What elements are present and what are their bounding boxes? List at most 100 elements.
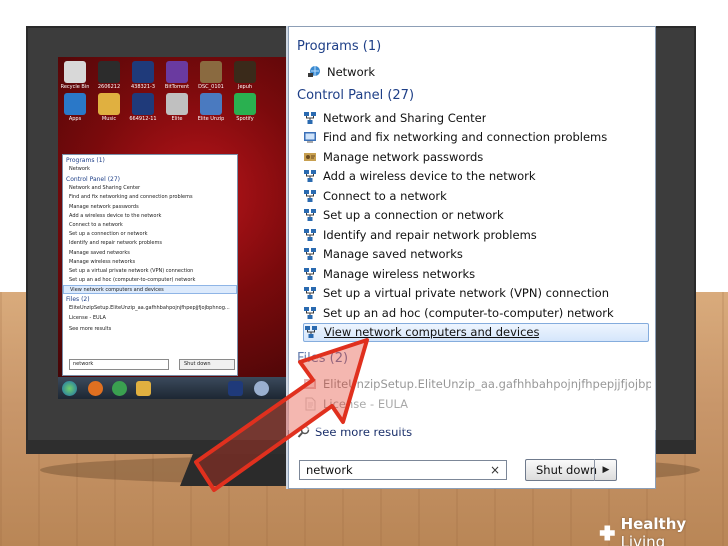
mini-see-more-link[interactable]: See more results (63, 325, 237, 334)
mini-control-panel-item[interactable]: Find and fix networking and connection p… (63, 193, 237, 202)
control-panel-item[interactable]: Find and fix networking and connection p… (303, 128, 651, 147)
control-panel-item-label: Manage network passwords (323, 149, 484, 164)
control-panel-item[interactable]: View network computers and devices (303, 322, 649, 342)
desktop-shortcut-icon[interactable] (200, 93, 222, 115)
document-icon (305, 397, 316, 410)
desktop-shortcut-icon[interactable] (200, 61, 222, 83)
program-item-label: Network (327, 64, 376, 79)
chrome-icon[interactable] (112, 381, 127, 396)
mini-search-input[interactable]: network (69, 359, 169, 370)
programs-section-header: Programs (1) (297, 39, 382, 54)
desktop-shortcut-icon[interactable] (98, 61, 120, 83)
mini-control-panel-item[interactable]: Set up an ad hoc (computer-to-computer) … (63, 276, 237, 285)
desktop-shortcut-label: Recycle Bin (60, 84, 90, 90)
desktop-shortcut-icon[interactable] (234, 93, 256, 115)
control-panel-item[interactable]: Add a wireless device to the network (303, 167, 651, 186)
mini-control-panel-item[interactable]: Add a wireless device to the network (63, 212, 237, 221)
healthy-living-watermark: Healthy Living (597, 515, 728, 546)
control-panel-item[interactable]: Manage saved networks (303, 245, 651, 264)
control-panel-item[interactable]: Set up a virtual private network (VPN) c… (303, 284, 651, 303)
magnifier-icon (297, 425, 310, 438)
watermark-suffix: Living (620, 533, 666, 546)
desktop-shortcut-label: DSC_0101 (198, 84, 224, 90)
watermark-text: Healthy Living (621, 515, 728, 546)
mini-control-panel-header: Control Panel (27) (66, 176, 121, 184)
desktop-shortcut-label: 438321-3 (130, 84, 156, 90)
taskbar (58, 377, 290, 399)
photoshop-icon[interactable] (228, 381, 243, 396)
mini-control-panel-item[interactable]: Set up a virtual private network (VPN) c… (63, 267, 237, 276)
desktop-shortcut-icon[interactable] (98, 93, 120, 115)
desktop-shortcut-icon[interactable] (64, 93, 86, 115)
file-item-installer[interactable]: EliteUnzipSetup.EliteUnzip_aa.gafhhbahpo… (303, 374, 651, 393)
desktop-shortcut-label: Spotify (236, 116, 254, 122)
control-panel-item[interactable]: Identify and repair network problems (303, 225, 651, 244)
control-panel-section-header: Control Panel (27) (297, 88, 415, 103)
mini-file-item[interactable]: EliteUnzipSetup.EliteUnzip_aa.gafhhbahpo… (63, 304, 237, 313)
files-section-header: Files (2) (297, 351, 349, 366)
clear-search-icon[interactable]: × (490, 461, 500, 479)
shutdown-options-arrow-icon[interactable]: ▶ (594, 459, 617, 481)
mini-control-panel-item[interactable]: Manage saved networks (63, 249, 237, 258)
control-panel-item[interactable]: Connect to a network (303, 186, 651, 205)
firefox-icon[interactable] (88, 381, 103, 396)
program-item-network[interactable]: Network (307, 62, 655, 81)
desktop-shortcut-icon[interactable] (166, 61, 188, 83)
desktop-shortcut-icon[interactable] (132, 93, 154, 115)
desktop-shortcut-label: Jepuh (237, 84, 253, 90)
control-panel-item[interactable]: Manage network passwords (303, 147, 651, 166)
mini-control-panel-item[interactable]: Set up a connection or network (63, 230, 237, 239)
see-more-label: See more results (315, 425, 413, 439)
explorer-icon[interactable] (136, 381, 151, 396)
search-input[interactable]: network × (299, 460, 507, 480)
see-more-results-link[interactable]: See more results (297, 425, 412, 439)
mini-shutdown-button[interactable]: Shut down (179, 359, 235, 370)
desktop-shortcut-label: 664912-11 (129, 116, 157, 122)
control-panel-item[interactable]: Set up a connection or network (303, 206, 651, 225)
control-panel-item-label: Set up a virtual private network (VPN) c… (323, 286, 609, 300)
file-item-label: EliteUnzipSetup.EliteUnzip_aa.gafhhbahpo… (323, 376, 651, 391)
mini-control-panel-item[interactable]: Manage wireless networks (63, 258, 237, 267)
network-icon (304, 248, 316, 260)
watermark-prefix: Healthy (620, 515, 687, 533)
mini-start-menu: Programs (1) Network Control Panel (27) … (62, 154, 238, 376)
mini-program-item[interactable]: Network (63, 165, 237, 174)
desktop-shortcut-icon[interactable] (166, 93, 188, 115)
mini-programs-header: Programs (1) (66, 157, 105, 164)
mini-control-panel-item[interactable]: Identify and repair network problems (63, 239, 237, 248)
troubleshoot-icon (304, 132, 316, 143)
control-panel-item-label: Set up an ad hoc (computer-to-computer) … (323, 305, 614, 320)
mini-file-item[interactable]: License - EULA (63, 314, 237, 323)
desktop-shortcut-label: BitTorrent (164, 84, 190, 90)
network-icon (304, 267, 316, 280)
control-panel-item-label: Add a wireless device to the network (323, 169, 536, 183)
control-panel-item[interactable]: Set up an ad hoc (computer-to-computer) … (303, 303, 651, 322)
desktop-shortcut-icon[interactable] (64, 61, 86, 83)
control-panel-item-label: Connect to a network (323, 188, 447, 203)
file-item-license[interactable]: License - EULA (303, 394, 651, 413)
desktop-shortcut-icon[interactable] (234, 61, 256, 83)
desktop-screen: Recycle Bin 2606212 438321-3 BitTorrent DSC_… (58, 57, 290, 399)
control-panel-item-label: Identify and repair network problems (323, 227, 537, 242)
start-orb-icon[interactable] (62, 381, 77, 396)
control-panel-item-label: Network and Sharing Center (323, 110, 487, 125)
mini-control-panel-item[interactable]: Network and Sharing Center (63, 184, 237, 193)
control-panel-item-label: Manage saved networks (323, 247, 463, 261)
control-panel-item[interactable]: Network and Sharing Center (303, 108, 651, 127)
network-globe-icon (308, 65, 320, 77)
mini-control-panel-item[interactable]: Manage network passwords (63, 203, 237, 212)
search-input-value: network (306, 463, 353, 477)
desktop-shortcut-label: Elite (171, 116, 183, 122)
itunes-icon[interactable] (254, 381, 269, 396)
desktop-shortcut-label: Elite Unzip (197, 116, 225, 122)
control-panel-item-label: Set up a connection or network (323, 208, 504, 222)
mini-control-panel-item[interactable]: Connect to a network (63, 221, 237, 230)
desktop-shortcut-label: Apps (68, 116, 82, 122)
healthy-living-logo-icon (599, 525, 615, 541)
mini-control-panel-item[interactable]: View network computers and devices (63, 285, 237, 295)
control-panel-item[interactable]: Manage wireless networks (303, 264, 651, 283)
desktop-shortcut-icon[interactable] (132, 61, 154, 83)
desktop-shortcut-label: 2606212 (97, 84, 121, 90)
installer-icon (304, 378, 316, 389)
network-icon (304, 111, 316, 124)
